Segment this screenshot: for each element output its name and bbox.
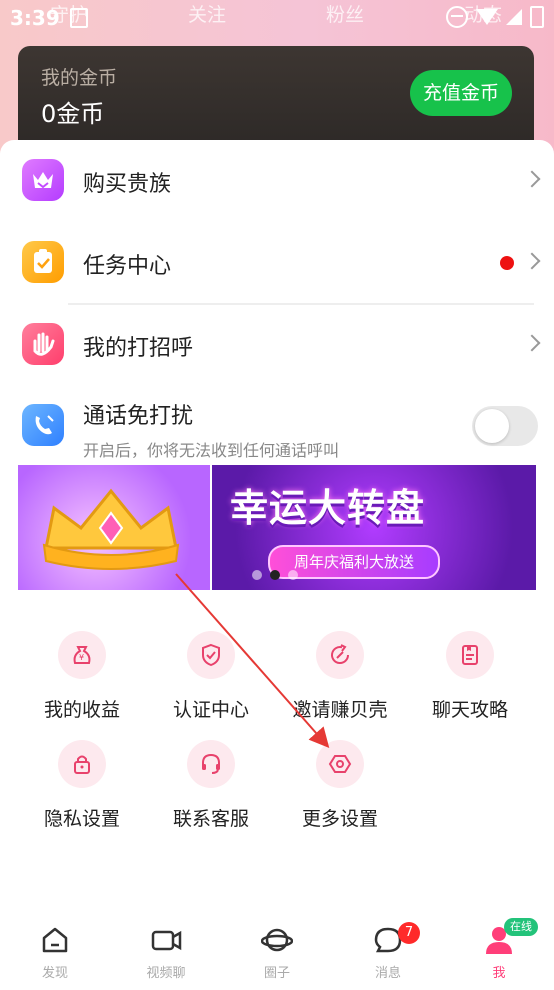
- status-bar: 3:39: [0, 0, 554, 34]
- task-clipboard-icon: [22, 241, 64, 283]
- battery-icon: [530, 6, 544, 28]
- nav-messages[interactable]: 7 消息: [333, 910, 443, 984]
- wallet-amount: 0金币: [41, 100, 105, 128]
- pagination-dot-active: [270, 570, 280, 580]
- grid-item-earnings[interactable]: ¥ 我的收益: [22, 631, 142, 731]
- menu-item-label: 我的打招呼: [83, 336, 194, 361]
- menu-item-tasks[interactable]: 任务中心: [0, 222, 554, 304]
- chevron-right-icon: [523, 170, 541, 188]
- menu-item-label: 任务中心: [83, 254, 172, 279]
- divider: [68, 304, 534, 305]
- nav-video-chat[interactable]: 视频聊: [111, 910, 221, 984]
- menu-item-greetings[interactable]: 我的打招呼: [0, 304, 554, 386]
- wallet-title: 我的金币: [41, 67, 118, 89]
- recharge-button[interactable]: 充值金币: [410, 70, 512, 116]
- grid-item-label: 隐私设置: [43, 808, 120, 830]
- svg-text:¥: ¥: [79, 653, 84, 662]
- grid-item-customer-service[interactable]: 联系客服: [151, 740, 271, 840]
- notification-dot: [500, 256, 514, 270]
- shield-check-icon: [187, 631, 235, 679]
- grid-item-label: 更多设置: [301, 808, 378, 830]
- menu-item-subtitle: 开启后，你将无法收到任何通话呼叫: [83, 441, 340, 460]
- do-not-disturb-toggle[interactable]: [472, 406, 538, 446]
- hexagon-settings-icon: [316, 740, 364, 788]
- chevron-right-icon: [523, 252, 541, 270]
- notification-icon: [70, 8, 88, 28]
- chevron-right-icon: [523, 334, 541, 352]
- grid-item-label: 联系客服: [172, 808, 249, 830]
- video-icon: [151, 930, 182, 951]
- nav-label: 我: [492, 966, 506, 981]
- nav-label: 视频聊: [146, 966, 186, 981]
- grid-item-more-settings[interactable]: 更多设置: [280, 740, 400, 840]
- grid-item-label: 认证中心: [172, 699, 249, 721]
- lock-icon: [58, 740, 106, 788]
- phone-icon: [22, 404, 64, 446]
- bottom-nav: 发现 视频聊 圈子 7 消息 在线 我: [0, 910, 554, 984]
- headset-icon: [187, 740, 235, 788]
- money-bag-icon: ¥: [58, 631, 106, 679]
- menu-item-label: 通话免打扰: [83, 404, 194, 429]
- wave-hand-icon: [22, 323, 64, 365]
- grid-item-label: 聊天攻略: [431, 699, 508, 721]
- pagination-dot: [288, 570, 298, 580]
- crown-icon: [22, 159, 64, 201]
- guide-book-icon: [446, 631, 494, 679]
- planet-icon: [261, 928, 293, 952]
- nav-circle[interactable]: 圈子: [222, 910, 332, 984]
- crown-illustration: [42, 488, 180, 570]
- pagination-dot: [252, 570, 262, 580]
- banner-title: 幸运大转盘: [230, 486, 426, 530]
- unread-badge: 7: [398, 922, 420, 944]
- grid-item-label: 邀请赚贝壳: [292, 699, 388, 721]
- grid-item-invite[interactable]: 邀请赚贝壳: [280, 631, 400, 731]
- nav-discover[interactable]: 发现: [0, 910, 110, 984]
- grid-item-privacy[interactable]: 隐私设置: [22, 740, 142, 840]
- dnd-icon: [446, 6, 468, 28]
- invite-refresh-icon: [316, 631, 364, 679]
- toggle-knob: [475, 409, 509, 443]
- nav-label: 圈子: [263, 966, 290, 981]
- menu-item-label: 购买贵族: [83, 172, 172, 197]
- menu-item-do-not-disturb: 通话免打扰 开启后，你将无法收到任何通话呼叫: [0, 384, 554, 466]
- grid-item-verification[interactable]: 认证中心: [151, 631, 271, 731]
- crown-banner[interactable]: [18, 465, 210, 590]
- signal-icon: [506, 9, 522, 25]
- online-badge: 在线: [504, 918, 538, 936]
- nav-label: 发现: [41, 966, 68, 981]
- nav-label: 消息: [374, 966, 401, 981]
- banner-pagination: [252, 570, 298, 580]
- wifi-icon: [476, 9, 498, 25]
- menu-item-nobility[interactable]: 购买贵族: [0, 140, 554, 222]
- grid-item-chat-guide[interactable]: 聊天攻略: [410, 631, 530, 731]
- nav-me[interactable]: 在线 我: [444, 910, 554, 984]
- status-time: 3:39: [10, 6, 60, 30]
- grid-item-label: 我的收益: [43, 699, 120, 721]
- home-icon: [42, 927, 68, 953]
